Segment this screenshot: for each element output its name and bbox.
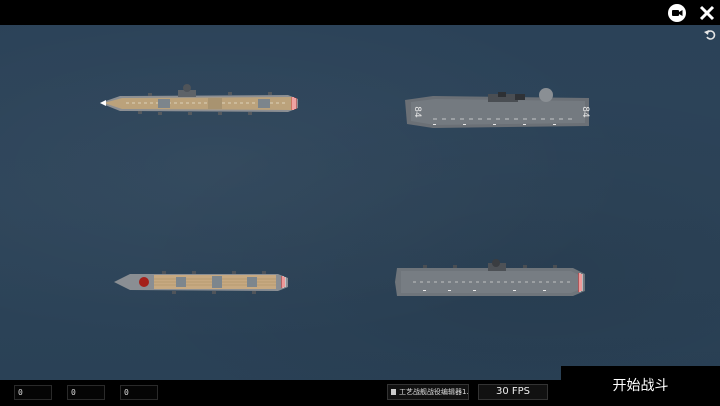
fps-counter: 30 FPS bbox=[478, 384, 548, 400]
version-label: 工艺战舰战役编辑器1.1.0 bbox=[387, 384, 469, 400]
close-icon[interactable] bbox=[697, 3, 717, 23]
carrier-ship-4[interactable] bbox=[393, 258, 591, 304]
undo-icon[interactable] bbox=[703, 28, 717, 40]
version-marker-icon bbox=[391, 389, 396, 395]
ocean-battlefield[interactable] bbox=[0, 25, 720, 380]
version-text: 工艺战舰战役编辑器1.1.0 bbox=[399, 388, 469, 396]
top-bar bbox=[0, 0, 720, 25]
carrier-ship-3[interactable] bbox=[112, 268, 292, 296]
start-battle-button[interactable]: 开始战斗 bbox=[561, 366, 720, 405]
deck-number-left: 84 bbox=[412, 106, 422, 118]
counter-2: 0 bbox=[67, 385, 105, 400]
counter-1: 0 bbox=[14, 385, 52, 400]
carrier-ship-1[interactable] bbox=[98, 81, 304, 123]
video-camera-icon[interactable] bbox=[666, 3, 688, 23]
counter-3: 0 bbox=[120, 385, 158, 400]
carrier-ship-2[interactable]: 84 84 bbox=[403, 86, 593, 132]
deck-number-right: 84 bbox=[580, 106, 590, 118]
